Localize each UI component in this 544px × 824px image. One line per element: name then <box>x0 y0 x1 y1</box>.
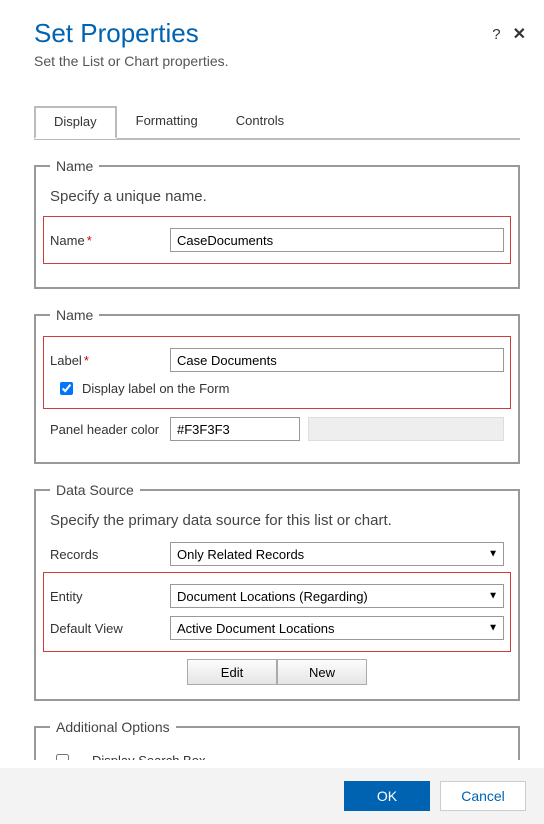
page-subtitle: Set the List or Chart properties. <box>34 53 520 69</box>
panel-color-input[interactable] <box>170 417 300 441</box>
tab-formatting[interactable]: Formatting <box>117 106 217 139</box>
entity-select[interactable] <box>170 584 504 608</box>
group-datasource: Data Source Specify the primary data sou… <box>34 482 520 701</box>
records-label: Records <box>50 547 170 562</box>
page-title: Set Properties <box>34 18 520 49</box>
display-label-checkbox[interactable] <box>60 382 73 395</box>
entity-label: Entity <box>50 589 170 604</box>
group-additional: Additional Options Display Search Box Di… <box>34 719 520 760</box>
tab-display[interactable]: Display <box>34 106 117 139</box>
records-select[interactable] <box>170 542 504 566</box>
dialog-footer: OK Cancel <box>0 768 544 824</box>
panel-color-label: Panel header color <box>50 422 170 437</box>
datasource-instruction: Specify the primary data source for this… <box>50 512 504 529</box>
display-label-text: Display label on the Form <box>82 381 229 396</box>
new-button[interactable]: New <box>277 659 367 685</box>
group-name-label: Name Label* Display label on the Form Pa… <box>34 307 520 464</box>
group-label-legend: Name <box>50 307 99 323</box>
label-label: Label* <box>50 353 170 368</box>
panel-color-swatch[interactable] <box>308 417 504 441</box>
defaultview-label: Default View <box>50 621 170 636</box>
ok-button[interactable]: OK <box>344 781 430 811</box>
datasource-legend: Data Source <box>50 482 140 498</box>
defaultview-select[interactable] <box>170 616 504 640</box>
cancel-button[interactable]: Cancel <box>440 781 526 811</box>
tab-controls[interactable]: Controls <box>217 106 303 139</box>
help-icon[interactable]: ? <box>492 26 500 43</box>
additional-legend: Additional Options <box>50 719 176 735</box>
group-name-instruction: Specify a unique name. <box>50 188 504 205</box>
close-icon[interactable]: ✕ <box>513 24 526 44</box>
tab-bar: Display Formatting Controls <box>34 105 520 140</box>
group-name-legend: Name <box>50 158 99 174</box>
name-input[interactable] <box>170 228 504 252</box>
name-label: Name* <box>50 233 170 248</box>
edit-button[interactable]: Edit <box>187 659 277 685</box>
group-name-unique: Name Specify a unique name. Name* <box>34 158 520 289</box>
searchbox-checkbox[interactable] <box>56 754 69 760</box>
searchbox-label: Display Search Box <box>92 753 205 760</box>
label-input[interactable] <box>170 348 504 372</box>
